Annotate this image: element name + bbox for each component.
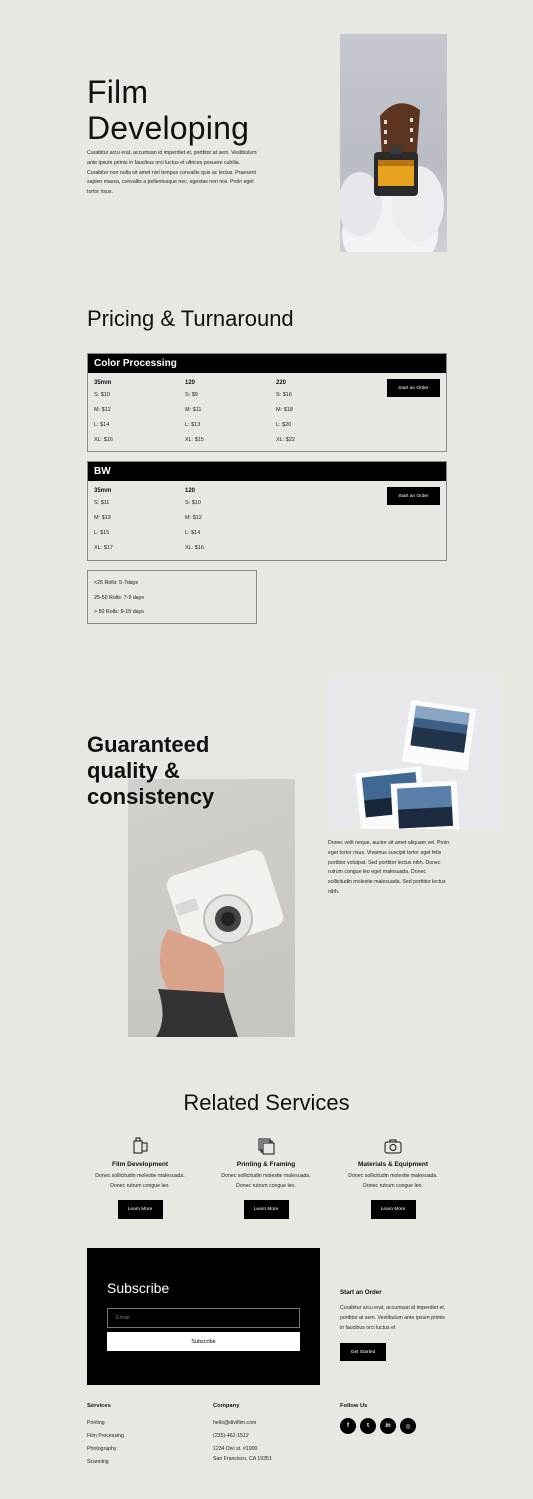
price-column-120: 120 S: $9 M: $11 L: $13 XL: $15 [185,380,204,452]
column-header: 220 [276,380,287,386]
price-row: XL: $16 [185,545,204,551]
price-row: M: $12 [185,515,202,521]
service-title: Materials & Equipment [357,1161,429,1168]
color-processing-card: Color Processing 35mm S: $10 M: $12 L: $… [87,353,447,452]
price-row: S: $10 [185,500,201,506]
learn-more-button[interactable]: Learn More [243,1200,289,1219]
service-desc-line1: Donec sollicitudin molestie malesuada. [348,1173,438,1179]
price-row: S: $11 [94,500,110,506]
service-card-film-development: Film Development Donec sollicitudin mole… [75,1136,205,1219]
start-order-button-bw[interactable]: Start an Order [387,487,440,505]
subscribe-panel: Subscribe Subscribe [87,1248,320,1385]
quality-description: Donec velit neque, auctor sit amet aliqu… [328,840,450,895]
page-title: Film Developing [87,74,249,146]
price-column-35mm: 35mm S: $10 M: $12 L: $14 XL: $16 [94,380,113,452]
price-row: L: $13 [185,422,201,428]
subscribe-button[interactable]: Subscribe [107,1332,300,1351]
footer-services-heading: Services [87,1403,111,1409]
column-header: 35mm [94,380,112,386]
turnaround-item: > 50 Rolls: 9-15 days [94,609,144,616]
twitter-icon[interactable]: t [360,1418,376,1434]
color-processing-heading: Color Processing [88,354,446,373]
linkedin-icon[interactable]: in [380,1418,396,1434]
start-order-heading: Start an Order [340,1289,382,1296]
price-row: M: $13 [94,515,111,521]
service-desc-line2: Donec rutrum congue leo. [236,1182,296,1189]
column-header: 120 [185,380,196,386]
social-links: f t in ◎ [340,1418,416,1434]
price-row: S: $9 [185,392,198,398]
quality-title-line3: consistency [87,784,215,809]
start-order-button-color[interactable]: Start an Order [387,379,440,397]
footer-link-printing[interactable]: Printing [87,1420,105,1426]
price-row: XL: $22 [276,437,295,443]
polaroids-photo [328,678,500,829]
footer-address-line2: San Francisco, CA 19351 [213,1456,272,1462]
column-header: 35mm [94,488,112,494]
service-desc-line2: Donec rutrum congue leo. [110,1182,170,1189]
service-title: Printing & Framing [236,1161,296,1168]
stacked-frames-icon [201,1136,331,1156]
service-desc-line1: Donec sollicitudin molestie malesuada. [221,1173,311,1179]
bw-processing-card: BW 35mm S: $11 M: $13 L: $15 XL: $17 120… [87,461,447,561]
instant-camera-photo [128,779,295,1037]
service-desc-line2: Donec rutrum congue leo. [363,1182,423,1189]
turnaround-box: <25 Rolls: 5-7days 25-50 Rolls: 7-9 days… [87,570,257,624]
pricing-section-title: Pricing & Turnaround [87,306,294,331]
footer-email[interactable]: hello@diviflim.com [213,1420,256,1426]
price-row: L: $14 [185,530,201,536]
price-row: L: $20 [276,422,292,428]
footer-phone: (235)-462-1512 [213,1433,249,1439]
service-card-materials-equipment: Materials & Equipment Donec sollicitudin… [328,1136,458,1219]
quality-title-line2: quality & [87,758,180,783]
price-row: S: $16 [276,392,292,398]
price-row: L: $15 [94,530,110,536]
email-input[interactable] [107,1308,300,1328]
price-row: S: $10 [94,392,110,398]
bw-processing-heading: BW [88,462,446,481]
quality-section-title: Guaranteed quality & consistency [87,732,247,810]
price-column-220: 220 S: $16 M: $18 L: $20 XL: $22 [276,380,295,452]
subscribe-title: Subscribe [107,1280,170,1296]
service-title: Film Development [112,1161,168,1168]
price-row: XL: $15 [185,437,204,443]
quality-title-line1: Guaranteed [87,732,210,757]
price-row: M: $18 [276,407,293,413]
price-row: XL: $17 [94,545,113,551]
price-row: XL: $16 [94,437,113,443]
learn-more-button[interactable]: Learn More [117,1200,163,1219]
film-roll-photo [340,34,447,252]
footer-address-line1: 1234 Divi st. #1000 [213,1446,258,1452]
price-column-35mm: 35mm S: $11 M: $13 L: $15 XL: $17 [94,488,113,560]
column-header: 120 [185,488,196,494]
get-started-button[interactable]: Get Started [340,1343,386,1361]
turnaround-item: <25 Rolls: 5-7days [94,580,139,586]
price-column-120: 120 S: $10 M: $12 L: $14 XL: $16 [185,488,204,560]
service-card-printing-framing: Printing & Framing Donec sollicitudin mo… [201,1136,331,1219]
facebook-icon[interactable]: f [340,1418,356,1434]
footer-link-film-processing[interactable]: Film Processing [87,1433,124,1439]
related-services-title: Related Services [183,1090,350,1115]
turnaround-item: 25-50 Rolls: 7-9 days [94,594,145,601]
service-desc-line1: Donec sollicitudin molestie malesuada. [95,1173,185,1179]
camera-bag-icon [328,1136,458,1156]
page-title-line1: Film [87,74,149,110]
price-row: M: $12 [94,407,111,413]
price-row: M: $11 [185,407,202,413]
footer-link-photography[interactable]: Photography [87,1446,116,1452]
learn-more-button[interactable]: Learn More [370,1200,416,1219]
page-title-line2: Developing [87,110,250,146]
hero-description: Curabitur arcu erat, accumsan id imperdi… [87,150,257,196]
footer-company-heading: Company [213,1403,240,1409]
start-order-text: Curabitur arcu erat, accumsan id imperdi… [340,1305,446,1331]
footer-link-scanning[interactable]: Scanning [87,1459,109,1465]
instagram-icon[interactable]: ◎ [400,1418,416,1434]
price-row: L: $14 [94,422,110,428]
footer-follow-heading: Follow Us [340,1403,368,1409]
film-canister-icon [75,1136,205,1156]
